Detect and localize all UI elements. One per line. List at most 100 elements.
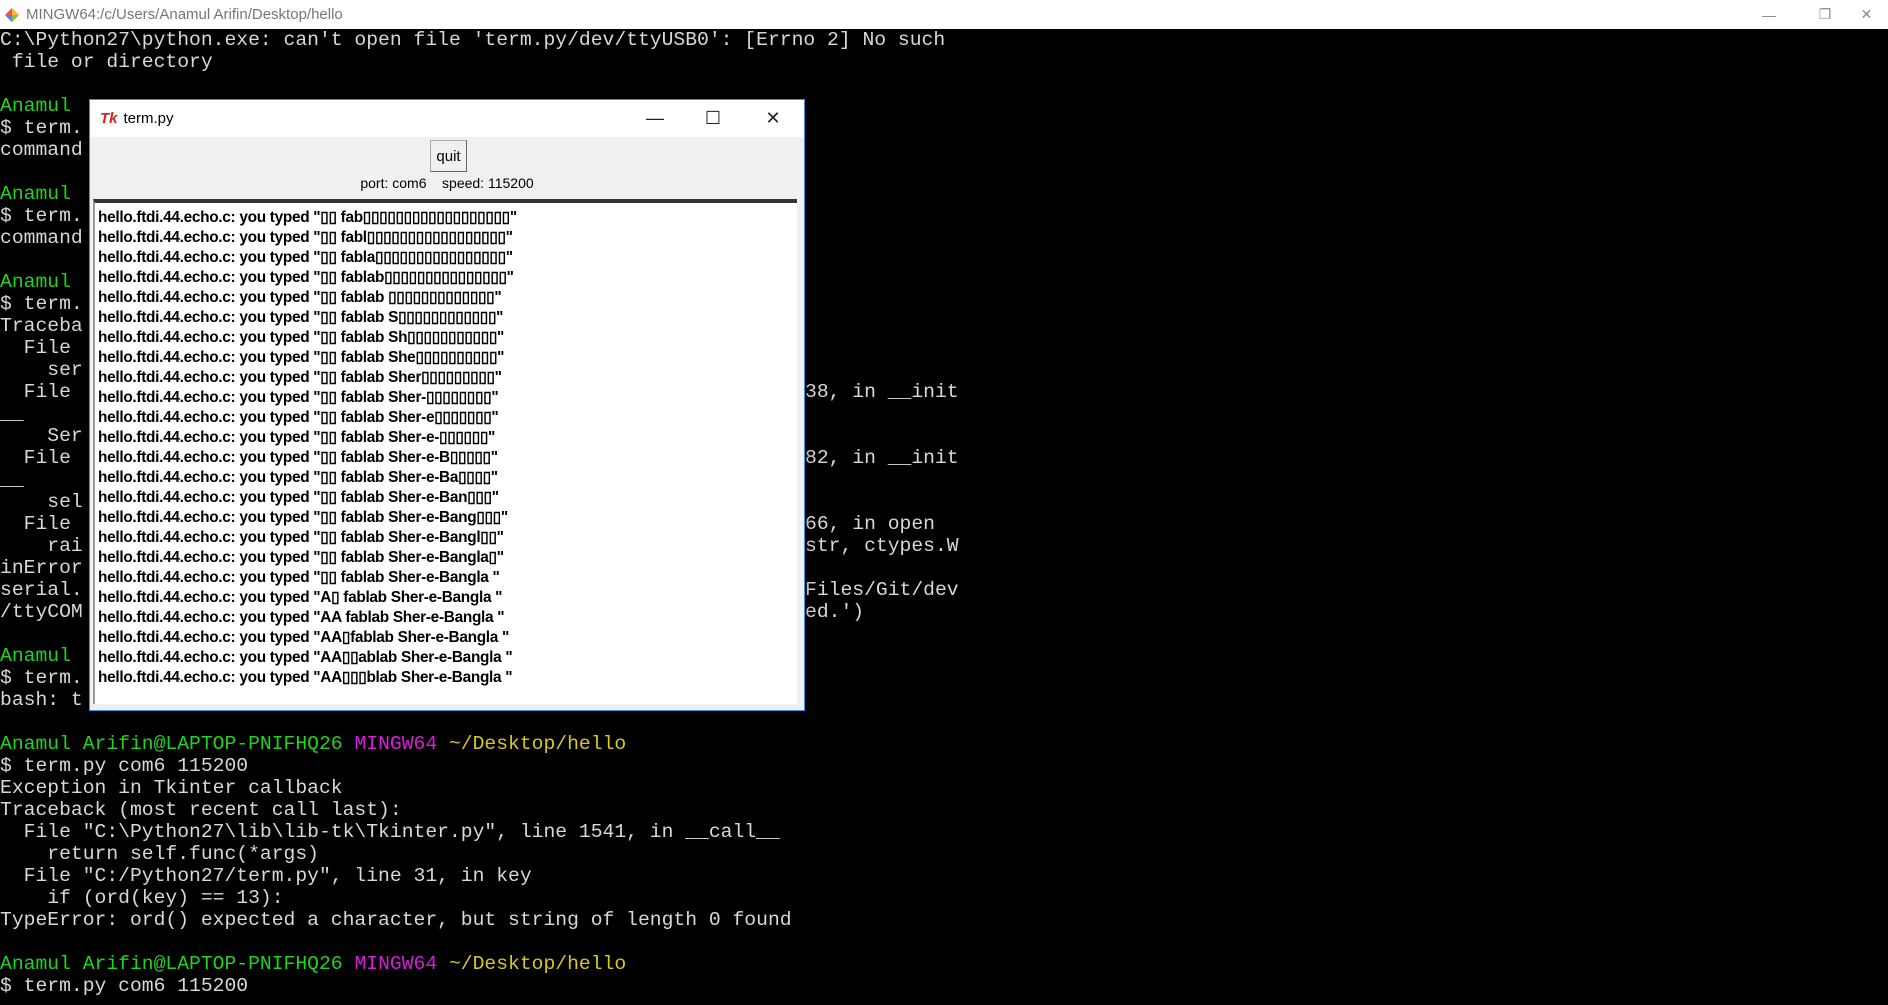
terminal-text: 82, in __init: [805, 447, 959, 469]
terminal-text: Anamul: [0, 645, 71, 667]
terminal-text: rai: [0, 535, 83, 557]
terminal-text: __: [0, 469, 24, 491]
serial-line: hello.ftdi.44.echo.c: you typed "AA fabl…: [98, 609, 505, 626]
terminal-line: Traceback (most recent call last):: [0, 799, 1888, 821]
terminal-text: File: [0, 513, 71, 535]
terminal-text: inError: [0, 557, 83, 579]
terminal-text: $ term.py com6 115200: [0, 755, 249, 777]
terminal-text: command: [0, 227, 83, 249]
terminal-text: 66, in open: [805, 513, 935, 535]
serial-line: hello.ftdi.44.echo.c: you typed "▯▯ fabl…: [98, 229, 513, 246]
terminal-text: Traceba: [0, 315, 83, 337]
terminal-line: if (ord(key) == 13):: [0, 887, 1888, 909]
quit-button[interactable]: quit: [430, 140, 467, 172]
serial-line: hello.ftdi.44.echo.c: you typed "▯▯ fabl…: [98, 269, 514, 286]
terminal-text: TypeError: ord() expected a character, b…: [0, 909, 792, 931]
terminal-text: $ term.: [0, 293, 83, 315]
terminal-text: Anamul Arifin@LAPTOP-PNIFHQ26: [0, 953, 355, 975]
terminal-text: Anamul: [0, 95, 71, 117]
terminal-text: __: [0, 403, 24, 425]
terminal-text: Anamul: [0, 271, 71, 293]
terminal-text: Anamul: [0, 183, 71, 205]
tk-maximize-icon[interactable]: ☐: [684, 100, 742, 137]
terminal-titlebar: MINGW64:/c/Users/Anamul Arifin/Desktop/h…: [0, 0, 1888, 29]
terminal-text: str, ctypes.W: [805, 535, 959, 557]
terminal-line: File "C:\Python27\lib\lib-tk\Tkinter.py"…: [0, 821, 1888, 843]
serial-line: hello.ftdi.44.echo.c: you typed "▯▯ fabl…: [98, 389, 499, 406]
terminal-text: Files/Git/dev: [805, 579, 959, 601]
terminal-line: C:\Python27\python.exe: can't open file …: [0, 29, 1888, 51]
terminal-line: return self.func(*args): [0, 843, 1888, 865]
tk-window: Tk term.py — ☐ ✕ quit port: com6 speed: …: [89, 99, 805, 711]
terminal-text: file or directory: [0, 51, 213, 73]
terminal-text: File: [0, 447, 71, 469]
terminal-text: $ term.: [0, 667, 83, 689]
terminal-text: MINGW64: [354, 953, 449, 975]
terminal-text: Anamul Arifin@LAPTOP-PNIFHQ26: [0, 733, 355, 755]
serial-line: hello.ftdi.44.echo.c: you typed "▯▯ fabl…: [98, 549, 504, 566]
tk-close-icon[interactable]: ✕: [744, 100, 802, 137]
serial-line: hello.ftdi.44.echo.c: you typed "▯▯ fabl…: [98, 309, 504, 326]
terminal-text: File: [0, 337, 71, 359]
terminal-text: Exception in Tkinter callback: [0, 777, 343, 799]
serial-line: hello.ftdi.44.echo.c: you typed "▯▯ fabl…: [98, 569, 500, 586]
terminal-text: Traceback (most recent call last):: [0, 799, 402, 821]
serial-line: hello.ftdi.44.echo.c: you typed "AA▯▯▯bl…: [98, 669, 513, 686]
port-speed-label: port: com6 speed: 115200: [360, 175, 534, 191]
tk-titlebar: Tk term.py — ☐ ✕: [90, 100, 804, 137]
serial-line: hello.ftdi.44.echo.c: you typed "▯▯ fabl…: [98, 489, 499, 506]
terminal-line: $ term.py com6 115200: [0, 755, 1888, 777]
terminal-text: /ttyCOM: [0, 601, 83, 623]
terminal-text: sel: [0, 491, 83, 513]
git-logo-icon: [5, 7, 19, 22]
serial-line: hello.ftdi.44.echo.c: you typed "▯▯ fabl…: [98, 329, 505, 346]
terminal-text: $ term.: [0, 205, 83, 227]
terminal-text: bash: t: [0, 689, 83, 711]
terminal-line: TypeError: ord() expected a character, b…: [0, 909, 1888, 931]
serial-line: hello.ftdi.44.echo.c: you typed "▯▯ fabl…: [98, 409, 499, 426]
serial-line: hello.ftdi.44.echo.c: you typed "AA▯fabl…: [98, 629, 510, 646]
serial-output-text[interactable]: hello.ftdi.44.echo.c: you typed "▯▯ fab▯…: [93, 199, 797, 704]
terminal-text: File "C:/Python27/term.py", line 31, in …: [0, 865, 532, 887]
terminal-line: Anamul Arifin@LAPTOP-PNIFHQ26 MINGW64 ~/…: [0, 733, 1888, 755]
serial-line: hello.ftdi.44.echo.c: you typed "▯▯ fabl…: [98, 369, 502, 386]
serial-line: hello.ftdi.44.echo.c: you typed "▯▯ fabl…: [98, 349, 505, 366]
tk-feather-icon: Tk: [100, 110, 118, 127]
terminal-text: $ term.: [0, 117, 83, 139]
terminal-line: $ term.py com6 115200: [0, 975, 1888, 997]
terminal-line: Exception in Tkinter callback: [0, 777, 1888, 799]
serial-line: hello.ftdi.44.echo.c: you typed "▯▯ fabl…: [98, 249, 513, 266]
terminal-text: C:\Python27\python.exe: can't open file …: [0, 29, 946, 51]
terminal-line: File "C:/Python27/term.py", line 31, in …: [0, 865, 1888, 887]
terminal-text: command: [0, 139, 83, 161]
minimize-button[interactable]: —: [1741, 0, 1797, 29]
terminal-text: File: [0, 381, 71, 403]
terminal-text: ~/Desktop/hello: [448, 733, 627, 755]
terminal-line: Anamul Arifin@LAPTOP-PNIFHQ26 MINGW64 ~/…: [0, 953, 1888, 975]
terminal-text: return self.func(*args): [0, 843, 319, 865]
serial-line: hello.ftdi.44.echo.c: you typed "▯▯ fabl…: [98, 529, 504, 546]
terminal-text: $ term.py com6 115200: [0, 975, 249, 997]
close-button[interactable]: ✕: [1845, 0, 1888, 29]
tk-minimize-icon[interactable]: —: [626, 100, 684, 137]
serial-line: hello.ftdi.44.echo.c: you typed "AA▯▯abl…: [98, 649, 513, 666]
serial-line: hello.ftdi.44.echo.c: you typed "▯▯ fabl…: [98, 289, 502, 306]
window-title: MINGW64:/c/Users/Anamul Arifin/Desktop/h…: [26, 6, 343, 23]
serial-line: hello.ftdi.44.echo.c: you typed "▯▯ fabl…: [98, 449, 498, 466]
serial-line: hello.ftdi.44.echo.c: you typed "▯▯ fabl…: [98, 509, 508, 526]
serial-line: hello.ftdi.44.echo.c: you typed "A▯ fabl…: [98, 589, 503, 606]
serial-line: hello.ftdi.44.echo.c: you typed "▯▯ fabl…: [98, 469, 498, 486]
serial-line: hello.ftdi.44.echo.c: you typed "▯▯ fabl…: [98, 429, 496, 446]
terminal-text: if (ord(key) == 13):: [0, 887, 284, 909]
serial-line: hello.ftdi.44.echo.c: you typed "▯▯ fab▯…: [98, 209, 517, 226]
terminal-text: 38, in __init: [805, 381, 959, 403]
terminal-text: Ser: [0, 425, 83, 447]
terminal-text: File "C:\Python27\lib\lib-tk\Tkinter.py"…: [0, 821, 780, 843]
tk-window-title: term.py: [123, 110, 174, 127]
terminal-text: ed.'): [805, 601, 865, 623]
terminal-text: serial.: [0, 579, 83, 601]
terminal-text: MINGW64: [354, 733, 449, 755]
